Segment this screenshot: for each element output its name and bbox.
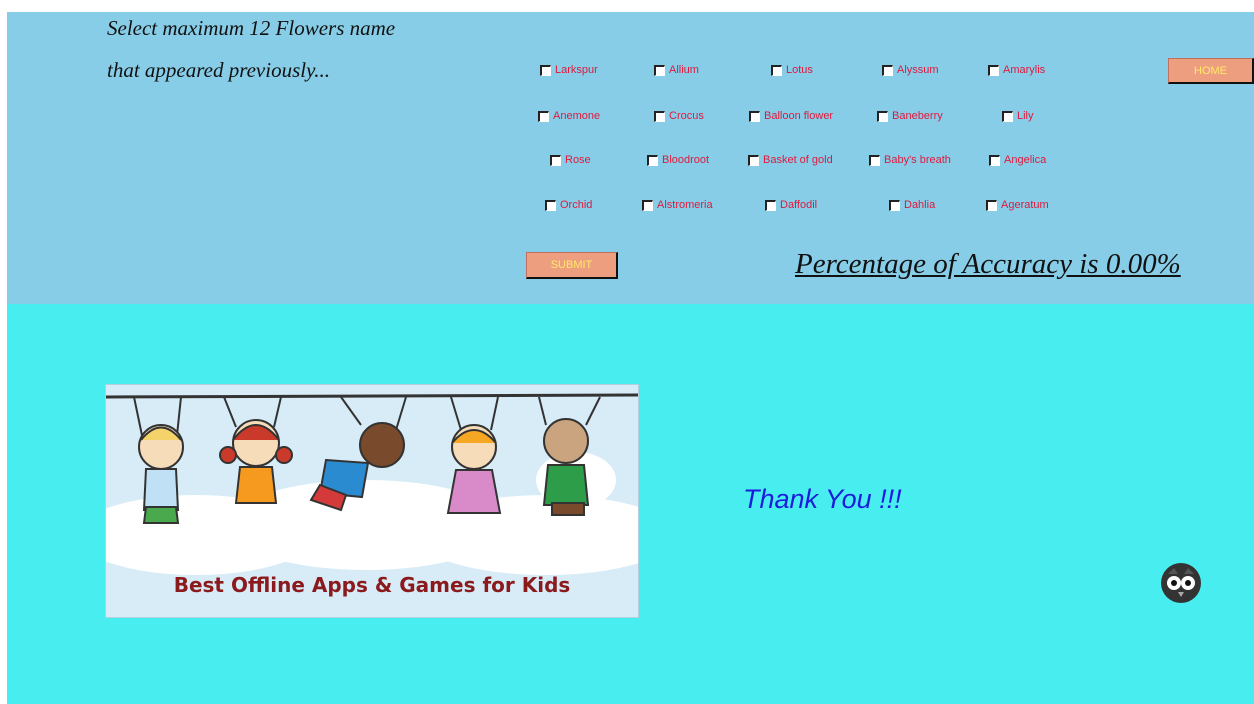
instruction-line-2: that appeared previously... xyxy=(107,58,330,82)
flower-checkbox-bloodroot[interactable]: Bloodroot xyxy=(647,151,709,169)
flower-checkbox-babys-breath[interactable]: Baby's breath xyxy=(869,151,951,169)
flower-label: Daffodil xyxy=(780,199,818,211)
flower-label: Orchid xyxy=(560,199,593,211)
checkbox-icon[interactable] xyxy=(877,110,888,122)
checkbox-icon[interactable] xyxy=(540,64,551,76)
flower-checkbox-allium[interactable]: Allium xyxy=(654,61,699,79)
checkbox-icon[interactable] xyxy=(765,199,776,211)
flower-checkbox-amarylis[interactable]: Amarylis xyxy=(988,61,1045,79)
kid-figure xyxy=(446,396,502,514)
flower-label: Angelica xyxy=(1004,154,1047,166)
checkbox-icon[interactable] xyxy=(986,199,997,211)
checkbox-icon[interactable] xyxy=(882,64,893,76)
checkbox-icon[interactable] xyxy=(989,154,1000,166)
checkbox-icon[interactable] xyxy=(647,154,658,166)
flower-checkbox-alstromeria[interactable]: Alstromeria xyxy=(642,196,713,214)
flower-checkbox-rose[interactable]: Rose xyxy=(550,151,591,169)
flower-label: Larkspur xyxy=(555,64,598,76)
flower-label: Lily xyxy=(1017,110,1034,122)
flower-checkbox-orchid[interactable]: Orchid xyxy=(545,196,592,214)
checkbox-icon[interactable] xyxy=(550,154,561,166)
kid-figure xyxy=(219,396,293,504)
flower-checkbox-basket-of-gold[interactable]: Basket of gold xyxy=(748,151,833,169)
checkbox-icon[interactable] xyxy=(771,64,782,76)
flower-label: Balloon flower xyxy=(764,110,834,122)
accuracy-result: Percentage of Accuracy is 0.00% xyxy=(795,248,1181,280)
quiz-panel: Select maximum 12 Flowers name that appe… xyxy=(7,12,1254,304)
flower-label: Anemone xyxy=(553,110,601,122)
checkbox-icon[interactable] xyxy=(749,110,760,122)
flower-checkbox-baneberry[interactable]: Baneberry xyxy=(877,107,943,125)
checkbox-icon[interactable] xyxy=(654,110,665,122)
checkbox-icon[interactable] xyxy=(869,154,880,166)
home-button[interactable]: HOME xyxy=(1168,58,1254,84)
flower-checkbox-ageratum[interactable]: Ageratum xyxy=(986,196,1049,214)
flower-label: Basket of gold xyxy=(763,154,833,166)
flower-label: Bloodroot xyxy=(662,154,710,166)
instruction-line-1: Select maximum 12 Flowers name xyxy=(107,16,396,40)
flower-checkbox-anemone[interactable]: Anemone xyxy=(538,107,600,125)
flower-label: Rose xyxy=(565,154,591,166)
kids-apps-banner[interactable]: Best Offline Apps & Games for Kids xyxy=(105,384,639,618)
checkbox-icon[interactable] xyxy=(642,199,653,211)
checkbox-icon[interactable] xyxy=(988,64,999,76)
thank-you-message: Thank You !!! xyxy=(743,484,902,514)
checkbox-icon[interactable] xyxy=(545,199,556,211)
flower-label: Lotus xyxy=(786,64,813,76)
flower-checkbox-lotus[interactable]: Lotus xyxy=(771,61,813,79)
flower-label: Alyssum xyxy=(897,64,939,76)
flower-checkbox-daffodil[interactable]: Daffodil xyxy=(765,196,817,214)
flower-label: Baneberry xyxy=(892,110,943,122)
flower-checkbox-balloon-flower[interactable]: Balloon flower xyxy=(749,107,833,125)
flower-checkbox-larkspur[interactable]: Larkspur xyxy=(540,61,598,79)
flower-checkbox-angelica[interactable]: Angelica xyxy=(989,151,1046,169)
checkbox-icon[interactable] xyxy=(538,110,549,122)
flower-label: Allium xyxy=(669,64,699,76)
submit-button[interactable]: SUBMIT xyxy=(526,252,618,279)
flower-label: Amarylis xyxy=(1003,64,1046,76)
flower-checkbox-lily[interactable]: Lily xyxy=(1002,107,1034,125)
flower-label: Alstromeria xyxy=(657,199,713,211)
flower-checkbox-crocus[interactable]: Crocus xyxy=(654,107,704,125)
result-panel: Best Offline Apps & Games for Kids Thank… xyxy=(7,304,1254,704)
checkbox-icon[interactable] xyxy=(889,199,900,211)
flower-label: Ageratum xyxy=(1001,199,1049,211)
flower-label: Baby's breath xyxy=(884,154,951,166)
flower-label: Crocus xyxy=(669,110,704,122)
checkbox-icon[interactable] xyxy=(654,64,665,76)
checkbox-icon[interactable] xyxy=(1002,110,1013,122)
flower-label: Dahlia xyxy=(904,199,936,211)
flower-checkbox-alyssum[interactable]: Alyssum xyxy=(882,61,939,79)
flower-checkbox-dahlia[interactable]: Dahlia xyxy=(889,196,935,214)
banner-caption: Best Offline Apps & Games for Kids xyxy=(173,573,571,597)
owl-logo-icon[interactable] xyxy=(1160,562,1202,604)
checkbox-icon[interactable] xyxy=(748,154,759,166)
